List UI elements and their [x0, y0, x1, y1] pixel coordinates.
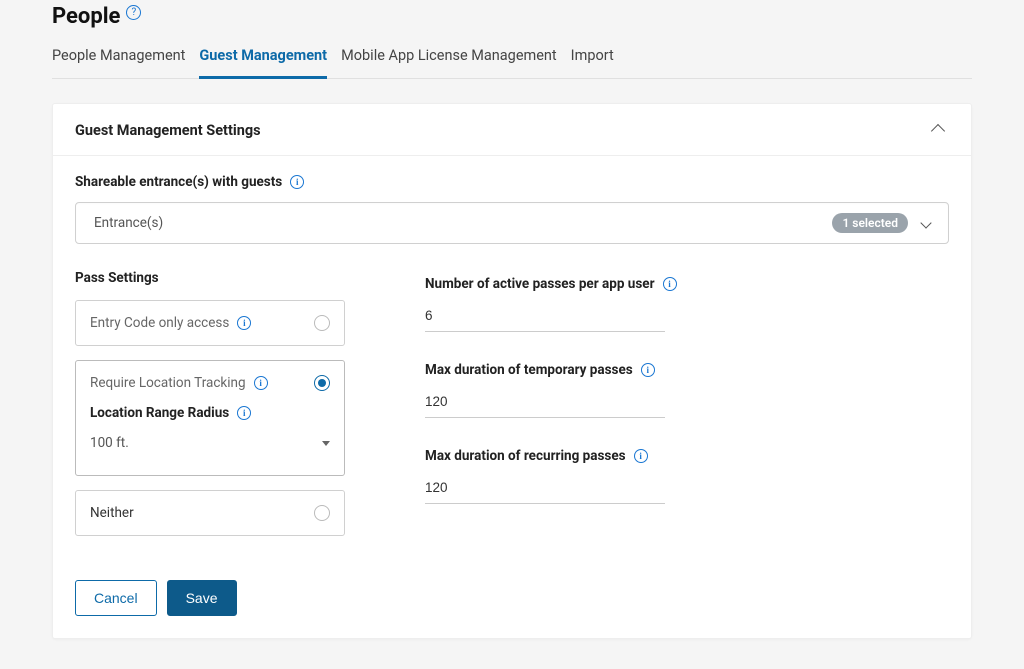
chevron-down-icon: [920, 217, 931, 228]
info-icon[interactable]: [237, 406, 251, 420]
location-range-value: 100 ft.: [90, 435, 129, 451]
radio-location-tracking[interactable]: Require Location Tracking Location Range…: [75, 360, 345, 476]
info-icon[interactable]: [634, 449, 648, 463]
info-icon[interactable]: [641, 363, 655, 377]
page-title: People: [52, 4, 120, 29]
save-button[interactable]: Save: [167, 580, 237, 616]
radio-neither[interactable]: Neither: [75, 490, 345, 536]
active-passes-text: Number of active passes per app user: [425, 276, 655, 292]
radio-button-icon: [314, 505, 330, 521]
location-range-text: Location Range Radius: [90, 405, 229, 421]
tab-people-management[interactable]: People Management: [52, 37, 185, 79]
info-icon[interactable]: [254, 376, 268, 390]
settings-card: Guest Management Settings Shareable entr…: [52, 103, 972, 639]
card-title: Guest Management Settings: [75, 122, 261, 139]
shareable-entrance-label: Shareable entrance(s) with guests: [75, 174, 949, 190]
max-temp-text: Max duration of temporary passes: [425, 362, 633, 378]
entrance-placeholder: Entrance(s): [94, 215, 163, 231]
max-recurring-input[interactable]: [425, 474, 665, 504]
shareable-entrance-text: Shareable entrance(s) with guests: [75, 174, 282, 190]
active-passes-label: Number of active passes per app user: [425, 276, 949, 292]
max-recurring-text: Max duration of recurring passes: [425, 448, 626, 464]
cancel-button[interactable]: Cancel: [75, 580, 157, 616]
info-icon[interactable]: [290, 175, 304, 189]
location-range-select[interactable]: 100 ft.: [90, 431, 330, 461]
chevron-up-icon: [931, 123, 945, 137]
help-icon[interactable]: ?: [126, 5, 141, 20]
tab-bar: People Management Guest Management Mobil…: [52, 37, 972, 79]
dropdown-arrow-icon: [322, 441, 330, 446]
max-temp-label: Max duration of temporary passes: [425, 362, 949, 378]
radio-button-selected-icon: [314, 375, 330, 391]
info-icon[interactable]: [663, 277, 677, 291]
radio-entry-code-label: Entry Code only access: [90, 315, 229, 331]
max-recurring-label: Max duration of recurring passes: [425, 448, 949, 464]
radio-button-icon: [314, 315, 330, 331]
max-temp-input[interactable]: [425, 388, 665, 418]
location-range-label: Location Range Radius: [90, 405, 330, 421]
pass-settings-label: Pass Settings: [75, 270, 345, 286]
tab-guest-management[interactable]: Guest Management: [199, 37, 327, 79]
tab-import[interactable]: Import: [571, 37, 614, 79]
card-header[interactable]: Guest Management Settings: [53, 104, 971, 156]
tab-mobile-app-license[interactable]: Mobile App License Management: [341, 37, 557, 79]
radio-neither-label: Neither: [90, 505, 134, 521]
active-passes-input[interactable]: [425, 302, 665, 332]
selected-count-badge: 1 selected: [832, 213, 908, 233]
entrance-select[interactable]: Entrance(s) 1 selected: [75, 202, 949, 244]
radio-entry-code[interactable]: Entry Code only access: [75, 300, 345, 346]
info-icon[interactable]: [237, 316, 251, 330]
radio-location-tracking-label: Require Location Tracking: [90, 375, 246, 391]
